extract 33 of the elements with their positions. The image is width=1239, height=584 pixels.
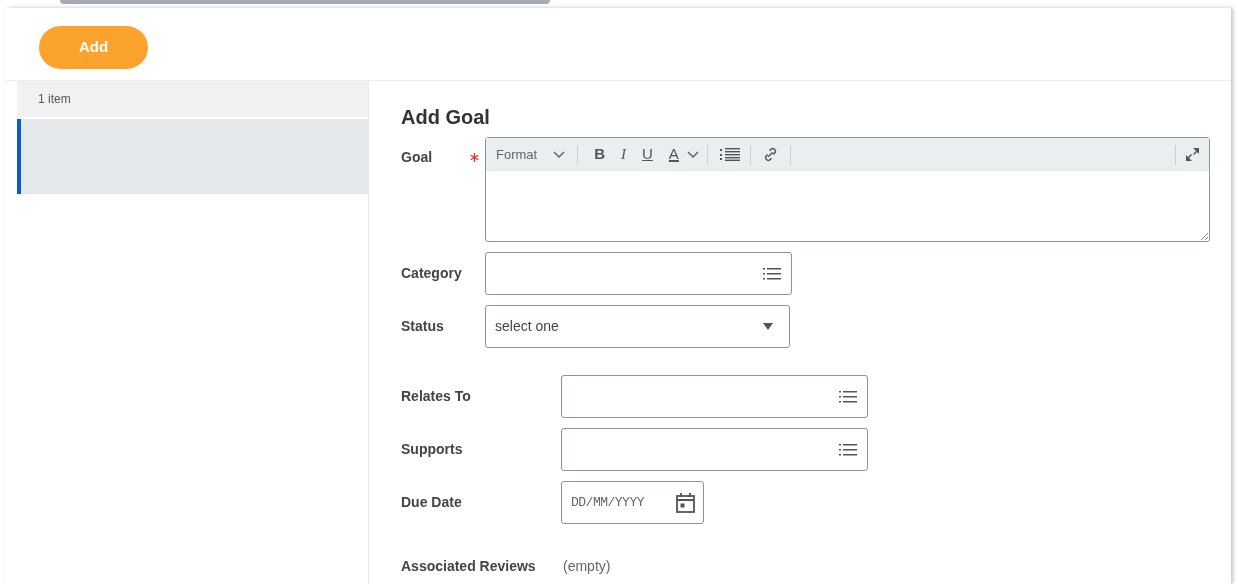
status-dropdown[interactable]: select one xyxy=(485,305,790,348)
date-field[interactable]: DD/MM/YYYY xyxy=(561,481,704,524)
item-count: 1 item xyxy=(38,91,71,108)
toolbar-button[interactable]: B xyxy=(592,143,607,166)
dropdown-arrow-icon xyxy=(763,323,773,330)
link-icon[interactable] xyxy=(762,147,778,162)
calendar-icon[interactable] xyxy=(676,492,695,513)
field-label: Status xyxy=(401,317,444,336)
field-value: (empty) xyxy=(562,556,611,576)
toolbar-button[interactable]: A xyxy=(666,143,681,166)
prompt-field[interactable] xyxy=(561,428,868,471)
toolbar-button[interactable]: I xyxy=(619,143,628,166)
prompt-field[interactable] xyxy=(561,375,868,418)
list-icon xyxy=(763,267,781,281)
resize-handle-icon[interactable] xyxy=(1200,232,1208,240)
field-label: Category xyxy=(401,264,462,283)
list-icon xyxy=(839,390,857,404)
field-label: Relates To xyxy=(401,387,471,406)
chevron-down-icon xyxy=(553,151,566,158)
chevron-down-icon xyxy=(686,151,699,158)
prompt-field[interactable] xyxy=(485,252,792,295)
required-asterisk-icon xyxy=(470,152,479,162)
form-title: Add Goal xyxy=(401,105,491,130)
bulleted-list-icon[interactable] xyxy=(719,148,740,161)
field-label: Due Date xyxy=(401,493,462,512)
field-label: Associated Reviews xyxy=(401,556,536,576)
field-label: Goal xyxy=(401,147,433,167)
expand-icon[interactable] xyxy=(1186,148,1199,161)
format-dropdown[interactable]: Format xyxy=(496,144,579,165)
list-icon xyxy=(839,443,857,457)
toolbar-button[interactable]: U xyxy=(640,143,655,166)
rich-text-editor[interactable]: Format B I U A xyxy=(485,137,1210,242)
field-label: Supports xyxy=(401,440,463,459)
